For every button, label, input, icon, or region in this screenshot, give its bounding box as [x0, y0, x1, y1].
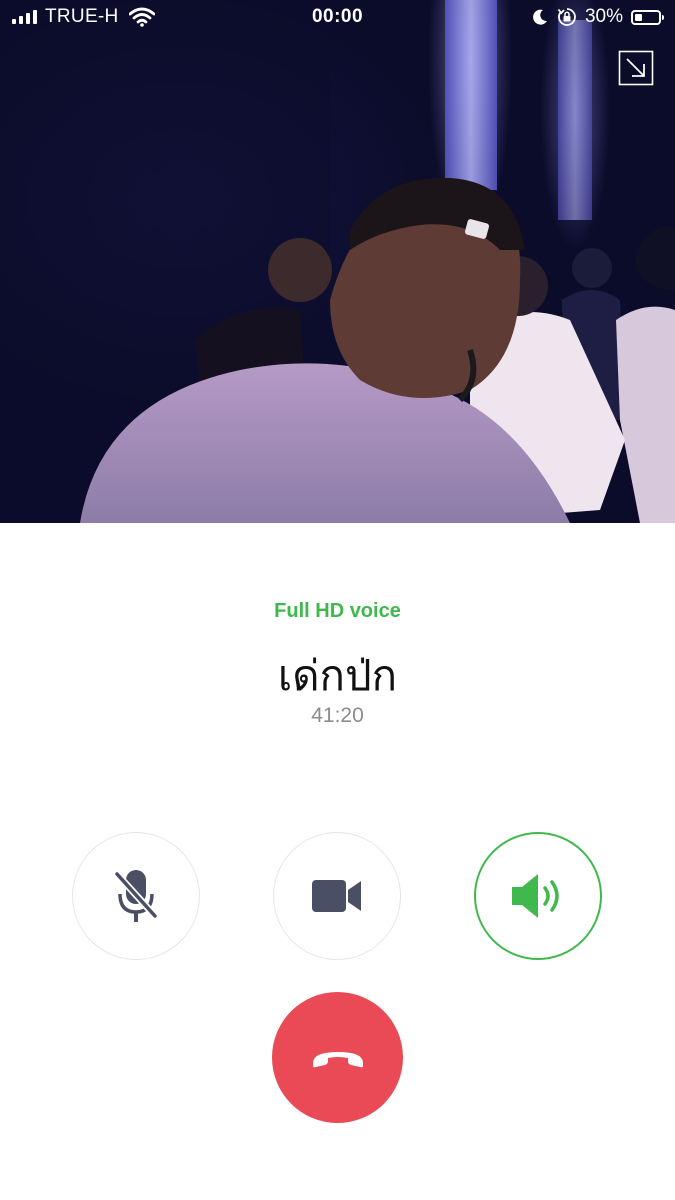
contact-photo-illustration: [0, 0, 675, 523]
call-duration: 41:20: [311, 704, 364, 727]
video-camera-icon: [312, 880, 361, 912]
status-bar-right: 30%: [531, 6, 664, 28]
hang-up-icon: [312, 1051, 363, 1067]
status-bar: TRUE-H 00:00 30%: [0, 0, 675, 34]
caller-name: เด่กป่ก: [277, 652, 398, 699]
mute-button[interactable]: [72, 832, 200, 960]
end-call-button[interactable]: [272, 992, 403, 1123]
speaker-button[interactable]: [474, 832, 602, 960]
call-quality-label: Full HD voice: [274, 600, 401, 622]
minimize-arrow-icon[interactable]: [618, 50, 654, 86]
contact-photo: [0, 0, 675, 523]
rotation-lock-icon: [557, 8, 576, 26]
video-button[interactable]: [273, 832, 401, 960]
mic-off-icon: [114, 870, 158, 922]
moon-icon: [533, 9, 547, 25]
battery-icon: [631, 9, 664, 25]
speaker-icon: [512, 874, 559, 918]
battery-percent: 30%: [584, 6, 623, 27]
